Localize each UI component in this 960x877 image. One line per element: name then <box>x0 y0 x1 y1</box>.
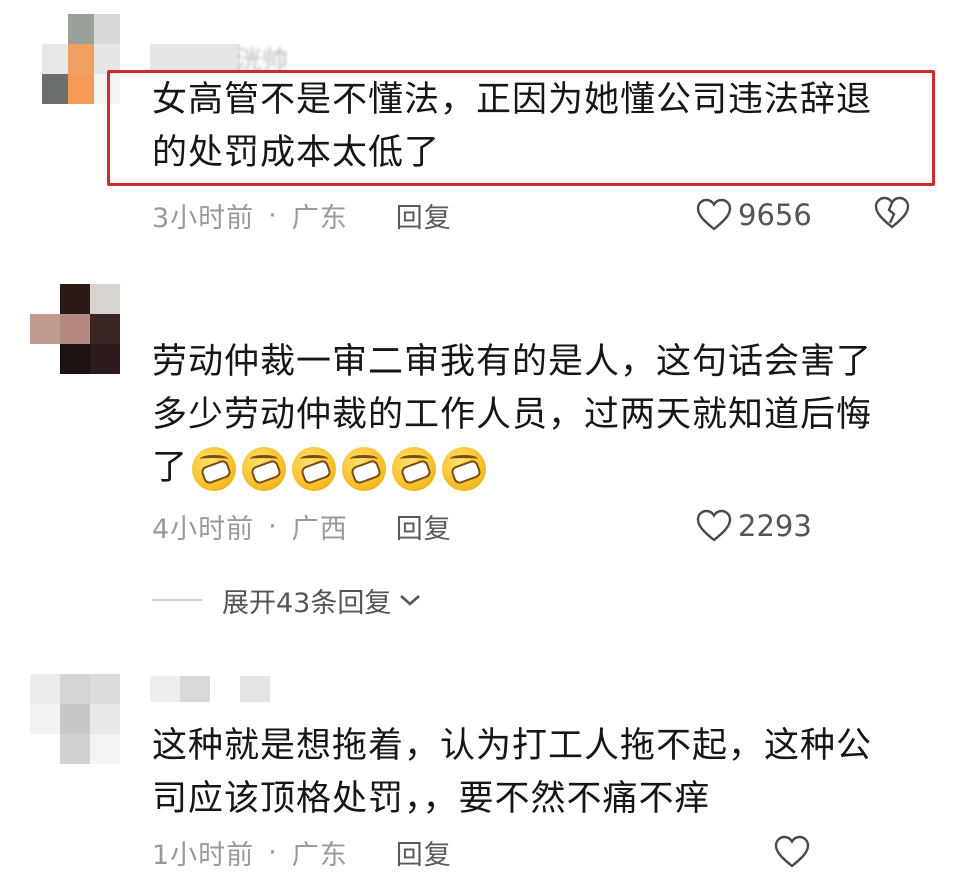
reply-button[interactable]: 回复 <box>396 196 452 235</box>
like-button[interactable]: 2293 <box>696 506 812 546</box>
avatar[interactable] <box>30 674 120 764</box>
heart-icon <box>774 835 810 868</box>
avatar[interactable] <box>30 284 120 374</box>
facepalm-emoji-icon <box>392 447 437 491</box>
comment-text: 这种就是想拖着，认为打工人拖不起，这种公 司应该顶格处罚，，要不然不痛不痒 <box>152 720 912 826</box>
comment-line: 劳动仲裁一审二审我有的是人，这句话会害了 <box>152 342 873 382</box>
facepalm-emoji-icon <box>242 447 287 491</box>
comment-line-text: 了 <box>152 448 189 488</box>
reply-button[interactable]: 回复 <box>396 507 452 546</box>
comment-line: 这种就是想拖着，认为打工人拖不起，这种公 <box>152 726 873 766</box>
location: 广东 <box>291 839 348 871</box>
comment-line: 了 <box>152 442 912 495</box>
comment-meta: 1小时前 · 广东 回复 <box>152 832 452 872</box>
broken-heart-icon <box>874 196 910 229</box>
facepalm-emoji-icon <box>442 447 487 491</box>
expand-replies-label: 展开43条回复 <box>222 587 392 619</box>
facepalm-emoji-icon <box>192 447 237 491</box>
reply-button[interactable]: 回复 <box>396 833 452 872</box>
username-blurred[interactable] <box>240 676 270 702</box>
comment-text: 女高管不是不懂法，正因为她懂公司违法辞退 的处罚成本太低了 <box>152 74 912 180</box>
comment-line: 的处罚成本太低了 <box>152 133 441 173</box>
separator: · <box>268 199 278 231</box>
timestamp: 4小时前 <box>152 513 255 545</box>
like-count: 9656 <box>738 198 812 232</box>
facepalm-emoji-icon <box>342 447 387 491</box>
username-blurred[interactable] <box>180 676 210 702</box>
dislike-button[interactable] <box>874 196 910 234</box>
heart-icon <box>696 198 732 231</box>
comment-line: 司应该顶格处罚，，要不然不痛不痒 <box>152 779 711 819</box>
like-button[interactable]: 9656 <box>696 195 812 235</box>
chevron-down-icon <box>400 595 421 606</box>
like-button[interactable] <box>774 832 816 872</box>
comment-text: 劳动仲裁一审二审我有的是人，这句话会害了 多少劳动仲裁的工作人员，过两天就知道后… <box>152 336 912 495</box>
username-blurred[interactable] <box>150 676 180 702</box>
separator: · <box>268 510 278 542</box>
expand-replies-button[interactable]: 展开43条回复 <box>152 580 423 620</box>
heart-icon <box>696 509 732 542</box>
location: 广东 <box>291 202 348 234</box>
location: 广西 <box>291 513 348 545</box>
facepalm-emoji-icon <box>292 447 337 491</box>
divider <box>152 599 202 601</box>
emoji-row <box>192 447 492 491</box>
username-blurred[interactable] <box>150 44 240 70</box>
like-count: 2293 <box>738 509 812 543</box>
comment-meta: 4小时前 · 广西 回复 <box>152 506 452 546</box>
timestamp: 3小时前 <box>152 202 255 234</box>
comment-line: 女高管不是不懂法，正因为她懂公司违法辞退 <box>152 80 873 120</box>
separator: · <box>268 836 278 868</box>
comment-line: 多少劳动仲裁的工作人员，过两天就知道后悔 <box>152 395 873 435</box>
comment-meta: 3小时前 · 广东 回复 <box>152 195 452 235</box>
timestamp: 1小时前 <box>152 839 255 871</box>
